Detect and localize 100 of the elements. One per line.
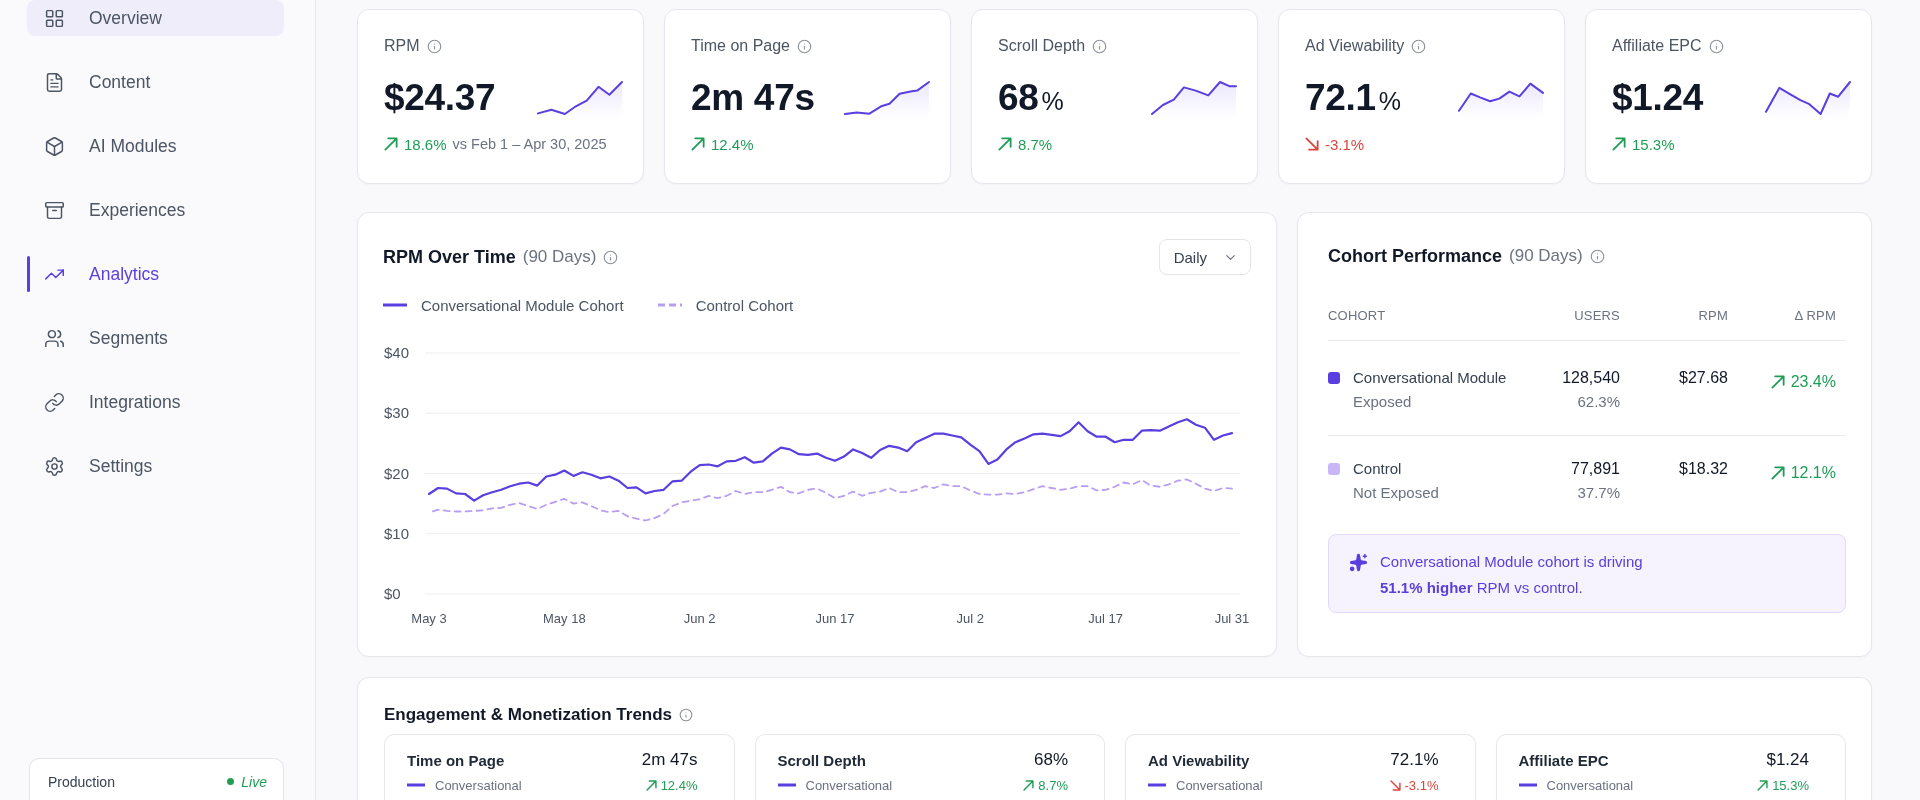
- delta-value: 12.4%: [711, 135, 754, 153]
- nav-item[interactable]: AI Modules: [27, 128, 284, 164]
- metric-value: 68%: [998, 77, 1064, 119]
- arrow-up-right-icon: [645, 779, 657, 791]
- arrow-up-right-icon: [1770, 466, 1785, 480]
- nav-item[interactable]: Content: [27, 64, 284, 100]
- arrow-up-right-icon: [384, 137, 398, 151]
- delta-value: 8.7%: [1018, 135, 1053, 153]
- info-icon[interactable]: [603, 249, 619, 265]
- info-icon[interactable]: [1589, 248, 1605, 264]
- trend-value: 68%: [1033, 750, 1068, 770]
- trend-title: Affiliate EPC: [1518, 751, 1609, 769]
- card-subtitle: (90 Days): [1509, 246, 1583, 266]
- nav-item[interactable]: Overview: [27, 0, 284, 36]
- insight-text: Conversational Module cohort is driving 51.1% higher RPM vs control.: [1380, 552, 1644, 598]
- line-swatch-icon: [1148, 783, 1166, 787]
- trend-value: 2m 47s: [641, 750, 698, 770]
- metric-value: 72.1%: [1305, 77, 1401, 119]
- user-count: 128,540: [1562, 368, 1620, 388]
- arrow-up-right-icon: [691, 137, 705, 151]
- info-icon[interactable]: [797, 38, 812, 54]
- trend-value: 72.1%: [1390, 750, 1439, 770]
- comparison-label: vs Feb 1 – Apr 30, 2025: [452, 136, 607, 152]
- cohort-group: Not Exposed: [1353, 480, 1439, 506]
- delta-value: 15.3%: [1772, 777, 1809, 793]
- axis-label: May 18: [543, 611, 586, 626]
- axis-label: May 3: [411, 611, 447, 626]
- cohort-name: Control: [1353, 459, 1402, 479]
- metric-label: Affiliate EPC: [1612, 37, 1702, 55]
- info-icon[interactable]: [679, 708, 694, 722]
- legend-label: Conversational Module Cohort: [421, 296, 624, 314]
- arrow-up-right-icon: [1770, 375, 1785, 389]
- settings-icon: [44, 455, 65, 477]
- arrow-up-right-icon: [1612, 137, 1626, 151]
- metric-value: $24.37: [384, 77, 496, 119]
- cohort-name: Conversational Module: [1353, 368, 1507, 388]
- sparkle-icon: [1349, 553, 1368, 572]
- info-icon[interactable]: [1708, 38, 1724, 54]
- series-label: Conversational: [1546, 777, 1634, 793]
- delta-value: 12.4%: [660, 777, 698, 793]
- cohort-group: Exposed: [1353, 389, 1412, 415]
- info-icon[interactable]: [1411, 38, 1427, 54]
- trend-title: Scroll Depth: [777, 751, 866, 769]
- trend-title: Time on Page: [407, 751, 505, 769]
- axis-label: $20: [384, 464, 410, 482]
- line-swatch-icon: [407, 783, 425, 787]
- status-label: Live: [241, 773, 267, 790]
- column-header: Δ RPM: [1793, 308, 1836, 323]
- metric-label: Time on Page: [691, 37, 790, 55]
- axis-label: Jul 17: [1088, 611, 1124, 626]
- axis-label: Jun 17: [815, 611, 855, 626]
- line-swatch-icon: [777, 783, 796, 787]
- arrow-up-right-icon: [998, 137, 1012, 151]
- dashed-line-swatch-icon: [657, 303, 682, 307]
- user-share: 37.7%: [1577, 483, 1620, 503]
- grid-icon: [44, 7, 65, 29]
- axis-label: $0: [384, 585, 401, 602]
- nav-item[interactable]: Analytics: [27, 256, 284, 292]
- environment-label: Production: [48, 773, 115, 790]
- cube-icon: [44, 135, 65, 157]
- nav-item[interactable]: Segments: [27, 320, 284, 356]
- delta-value: 15.3%: [1632, 135, 1675, 153]
- arrow-up-right-icon: [1023, 779, 1035, 791]
- archive-icon: [44, 199, 65, 221]
- document-icon: [44, 71, 65, 93]
- delta-value: -3.1%: [1325, 135, 1365, 153]
- metric-value: $1.24: [1612, 77, 1704, 119]
- nav-item[interactable]: Experiences: [27, 192, 284, 228]
- arrow-down-right-icon: [1389, 779, 1401, 791]
- link-icon: [44, 391, 65, 413]
- line-swatch-icon: [383, 303, 407, 307]
- metric-value: 2m 47s: [691, 77, 815, 119]
- axis-label: $40: [384, 344, 410, 361]
- legend-label: Control Cohort: [695, 296, 794, 314]
- trend-title: Ad Viewability: [1148, 751, 1250, 769]
- metric-label: RPM: [384, 37, 420, 55]
- column-header: RPM: [1697, 308, 1728, 323]
- nav-item[interactable]: Settings: [27, 448, 284, 484]
- user-count: 77,891: [1571, 459, 1620, 479]
- arrow-down-right-icon: [1305, 137, 1319, 151]
- delta-value: 12.1%: [1790, 464, 1836, 482]
- card-title: Engagement & Monetization Trends: [384, 705, 673, 725]
- nav-item[interactable]: Integrations: [27, 384, 284, 420]
- info-icon[interactable]: [426, 38, 442, 54]
- chart-title: RPM Over Time: [383, 246, 516, 268]
- series-label: Conversational: [435, 777, 522, 793]
- axis-label: $30: [384, 404, 410, 422]
- user-share: 62.3%: [1577, 392, 1620, 412]
- delta-value: -3.1%: [1404, 777, 1439, 793]
- chart-subtitle: (90 Days): [522, 247, 597, 267]
- arrow-up-right-icon: [1757, 779, 1769, 791]
- delta-value: 23.4%: [1790, 373, 1836, 391]
- series-label: Conversational: [805, 777, 893, 793]
- delta-value: 8.7%: [1038, 777, 1068, 793]
- line-swatch-icon: [1518, 783, 1537, 787]
- column-header: USERS: [1573, 308, 1620, 323]
- series-label: Conversational: [1176, 777, 1263, 793]
- axis-label: Jun 2: [683, 611, 716, 626]
- interval-dropdown[interactable]: Daily: [1158, 239, 1251, 275]
- info-icon[interactable]: [1092, 38, 1108, 54]
